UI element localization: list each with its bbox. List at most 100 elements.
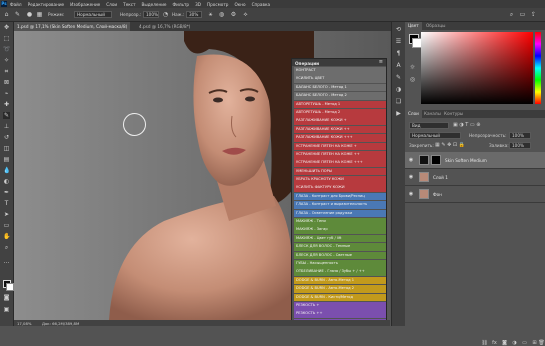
lock-icons[interactable]: ▦ ✎ ✥ ⊡ 🔒: [435, 142, 465, 148]
action-item[interactable]: РЕЗКОСТЬ ++: [294, 310, 386, 318]
stamp-tool-icon[interactable]: ⊥: [3, 123, 10, 130]
eyedropper-tool-icon[interactable]: ⌁: [3, 90, 10, 97]
action-item[interactable]: РАЗГЛАЖИВАНИЕ КОЖИ ++: [294, 125, 386, 134]
menu-item[interactable]: Слои: [106, 2, 117, 7]
action-item[interactable]: ОТБЕЛИВАНИЕ - Глаза / Зубы + / ++: [294, 268, 386, 276]
tab-color[interactable]: Цвет: [405, 22, 422, 30]
action-item[interactable]: УСТРАНЕНИЕ ПЯТЕН НА КОЖЕ +: [294, 142, 386, 151]
hue-slider[interactable]: [535, 32, 541, 104]
more-tools-icon[interactable]: …: [3, 258, 10, 265]
history-brush-icon[interactable]: ↺: [3, 134, 10, 141]
pressure-opacity-icon[interactable]: ◔: [162, 11, 169, 18]
background-color-swatch[interactable]: [6, 283, 14, 291]
menu-item[interactable]: Текст: [123, 2, 135, 7]
action-item[interactable]: DODGE & BURN - Авто-Метод 1: [294, 276, 386, 285]
screen-mode-icon[interactable]: ▣: [3, 306, 10, 313]
layer-thumbnail[interactable]: [419, 189, 429, 199]
menu-item[interactable]: Справка: [252, 2, 270, 7]
workspace-icon[interactable]: ▭: [519, 11, 526, 18]
airbrush-icon[interactable]: ⚹: [207, 11, 214, 18]
photoshop-logo[interactable]: Ps: [1, 1, 7, 7]
zoom-tool-icon[interactable]: ⌕: [3, 244, 10, 251]
menu-item[interactable]: Файл: [10, 2, 22, 7]
tab-layers[interactable]: Слои: [405, 110, 422, 118]
layer-row[interactable]: ◉ Фон: [405, 186, 545, 203]
menu-item[interactable]: Редактирование: [28, 2, 65, 7]
action-item[interactable]: РАЗГЛАЖИВАНИЕ КОЖИ +++: [294, 134, 386, 142]
action-item[interactable]: БЛЕСК ДЛЯ ВОЛОС - Светлые: [294, 251, 386, 260]
new-layer-icon[interactable]: ⊞: [531, 340, 538, 346]
layer-thumbnail[interactable]: [419, 172, 429, 182]
action-item[interactable]: РЕЗКОСТЬ +: [294, 301, 386, 310]
menu-item[interactable]: Окно: [234, 2, 245, 7]
opacity-field[interactable]: 100%: [143, 11, 159, 18]
brush-tool-icon[interactable]: ✎: [3, 112, 10, 119]
quick-mask-icon[interactable]: ◙: [3, 294, 10, 301]
visibility-eye-icon[interactable]: ◉: [408, 174, 414, 180]
quick-select-tool-icon[interactable]: ✧: [3, 57, 10, 64]
pen-tool-icon[interactable]: ✒: [3, 189, 10, 196]
visibility-eye-icon[interactable]: ◉: [408, 191, 414, 197]
fx-icon[interactable]: fx: [491, 340, 498, 346]
paragraph-icon[interactable]: ¶: [395, 50, 402, 57]
action-item[interactable]: РАЗГЛАЖИВАНИЕ КОЖИ +: [294, 117, 386, 125]
tab-paths[interactable]: Контуры: [441, 110, 466, 118]
action-item[interactable]: ГЛАЗА - Контраст для Брови/Ресниц: [294, 192, 386, 201]
menu-item[interactable]: 3D: [195, 2, 201, 7]
action-item[interactable]: УСИЛИТЬ ЦВЕТ: [294, 75, 386, 83]
brush-tool-icon[interactable]: ✎: [14, 11, 21, 18]
mode-select[interactable]: Нормальный: [74, 11, 112, 18]
color-picker-field[interactable]: [421, 32, 533, 104]
delete-layer-icon[interactable]: 🗑: [538, 340, 545, 346]
dodge-tool-icon[interactable]: ◐: [3, 178, 10, 185]
gradient-tool-icon[interactable]: ▤: [3, 156, 10, 163]
type-tool-icon[interactable]: T: [3, 200, 10, 207]
action-item[interactable]: УСИЛИТЬ ФАКТУРУ КОЖИ: [294, 184, 386, 193]
action-item[interactable]: УБРАТЬ КРАСНОТУ КОЖИ: [294, 176, 386, 184]
brushes-icon[interactable]: ✎: [395, 74, 402, 81]
light-icon[interactable]: ☼: [409, 64, 416, 71]
layer-row[interactable]: ◉ Слой 1: [405, 169, 545, 186]
action-item[interactable]: DODGE & BURN - Авто-Метод 2: [294, 285, 386, 293]
action-item[interactable]: БАЛАНС БЕЛОГО - Метод 2: [294, 92, 386, 100]
settings-icon[interactable]: ⚙: [230, 11, 237, 18]
action-item[interactable]: БАЛАНС БЕЛОГО - Метод 1: [294, 83, 386, 92]
layer-opacity-field[interactable]: 100%: [509, 132, 531, 139]
share-icon[interactable]: ⇪: [530, 11, 537, 18]
new-group-icon[interactable]: ▭: [521, 340, 528, 346]
zoom-level[interactable]: 17,08%: [17, 321, 31, 326]
menu-item[interactable]: Изображение: [70, 2, 100, 7]
history-icon[interactable]: ⟲: [395, 26, 402, 33]
menu-item[interactable]: Просмотр: [207, 2, 229, 7]
healing-tool-icon[interactable]: ✚: [3, 101, 10, 108]
home-icon[interactable]: ⌂: [3, 11, 10, 18]
hamburger-icon[interactable]: ≡: [379, 59, 383, 65]
eraser-tool-icon[interactable]: ◫: [3, 145, 10, 152]
crop-tool-icon[interactable]: ⌗: [3, 68, 10, 75]
flow-field[interactable]: 30%: [186, 11, 202, 18]
character-icon[interactable]: A: [395, 62, 402, 69]
menu-item[interactable]: Фильтр: [173, 2, 190, 7]
layer-filter-kind[interactable]: Вид: [409, 122, 449, 129]
layer-mask-thumbnail[interactable]: [431, 155, 441, 165]
globe-icon[interactable]: ◎: [409, 76, 416, 83]
adjustment-layer-icon[interactable]: ◑: [511, 340, 518, 346]
action-item[interactable]: АВТОРЕТУШЬ - Метод 1: [294, 100, 386, 109]
action-item[interactable]: ГЛАЗА - Осветление радужки: [294, 209, 386, 218]
action-item[interactable]: КОНТРАСТ: [294, 67, 386, 75]
tab-swatches[interactable]: Образцы: [423, 22, 449, 30]
layer-row[interactable]: ◉ Skin Soften Medium: [405, 152, 545, 169]
filter-icons[interactable]: ▣ ◑ T ▭ ⊕: [453, 122, 480, 128]
path-select-tool-icon[interactable]: ➤: [3, 211, 10, 218]
hand-tool-icon[interactable]: ✋: [3, 233, 10, 240]
smoothing-icon[interactable]: ◍: [218, 11, 225, 18]
action-item[interactable]: МАКИЯЖ - Цвет губ / lift: [294, 234, 386, 243]
fill-field[interactable]: 100%: [509, 142, 531, 149]
action-item[interactable]: УСТРАНЕНИЕ ПЯТЕН НА КОЖЕ ++: [294, 150, 386, 159]
action-item[interactable]: ГУБЫ - Насыщенность: [294, 259, 386, 268]
tab-document-2[interactable]: 4.psd @ 16,7% (RGB/8*): [136, 22, 193, 31]
frame-tool-icon[interactable]: ⊠: [3, 79, 10, 86]
action-item[interactable]: ГЛАЗА - Контраст и выразительность: [294, 201, 386, 209]
properties-icon[interactable]: ☰: [395, 38, 402, 45]
tab-document-1[interactable]: 1.psd @ 17,1% (Skin Soften Medium, Слой-…: [14, 22, 131, 31]
